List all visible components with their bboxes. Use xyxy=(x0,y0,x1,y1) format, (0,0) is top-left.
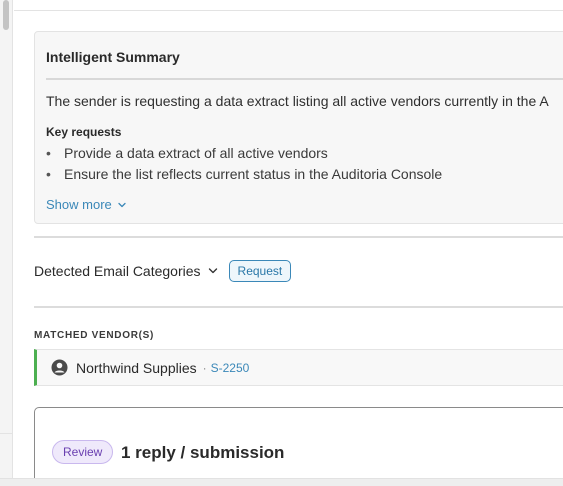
chevron-down-icon[interactable] xyxy=(207,265,219,277)
review-badge: Review xyxy=(52,440,114,464)
intelligent-summary-card: Intelligent Summary The sender is reques… xyxy=(34,31,563,224)
bullet-icon: • xyxy=(46,145,51,161)
show-more-button[interactable]: Show more xyxy=(46,197,127,212)
category-badge-request: Request xyxy=(228,260,292,282)
summary-divider xyxy=(46,78,563,80)
scrollbar-track[interactable] xyxy=(0,0,13,486)
list-item: • Ensure the list reflects current status… xyxy=(46,165,442,186)
review-card: Review 1 reply / submission xyxy=(34,407,563,486)
detected-categories-row: Detected Email Categories Request xyxy=(34,260,292,282)
list-item-text: Ensure the list reflects current status … xyxy=(64,166,443,182)
scrollbar-thumb[interactable] xyxy=(3,0,9,30)
bullet-icon: • xyxy=(46,166,51,182)
user-circle-icon xyxy=(51,359,68,376)
categories-toggle[interactable]: Detected Email Categories xyxy=(34,263,201,279)
vendor-id-link[interactable]: S-2250 xyxy=(211,361,250,375)
top-bar xyxy=(14,0,563,11)
vendor-separator: · xyxy=(202,360,207,375)
section-divider xyxy=(34,306,563,308)
matched-vendor-row[interactable]: Northwind Supplies · S-2250 xyxy=(34,349,563,386)
list-item-text: Provide a data extract of all active ven… xyxy=(64,145,328,161)
summary-title: Intelligent Summary xyxy=(46,49,180,65)
divider-left xyxy=(0,433,13,434)
key-requests-label: Key requests xyxy=(46,125,122,139)
vendor-name: Northwind Supplies xyxy=(76,359,197,376)
summary-text: The sender is requesting a data extract … xyxy=(46,93,549,109)
list-item: • Provide a data extract of all active ve… xyxy=(46,144,442,165)
matched-vendors-label: MATCHED VENDOR(S) xyxy=(34,330,155,341)
key-requests-list: • Provide a data extract of all active ve… xyxy=(46,144,442,186)
section-divider xyxy=(34,236,563,238)
bottom-strip xyxy=(0,478,563,486)
show-more-label: Show more xyxy=(46,197,112,212)
chevron-down-icon xyxy=(118,202,126,207)
reply-submission-title: 1 reply / submission xyxy=(121,443,285,462)
